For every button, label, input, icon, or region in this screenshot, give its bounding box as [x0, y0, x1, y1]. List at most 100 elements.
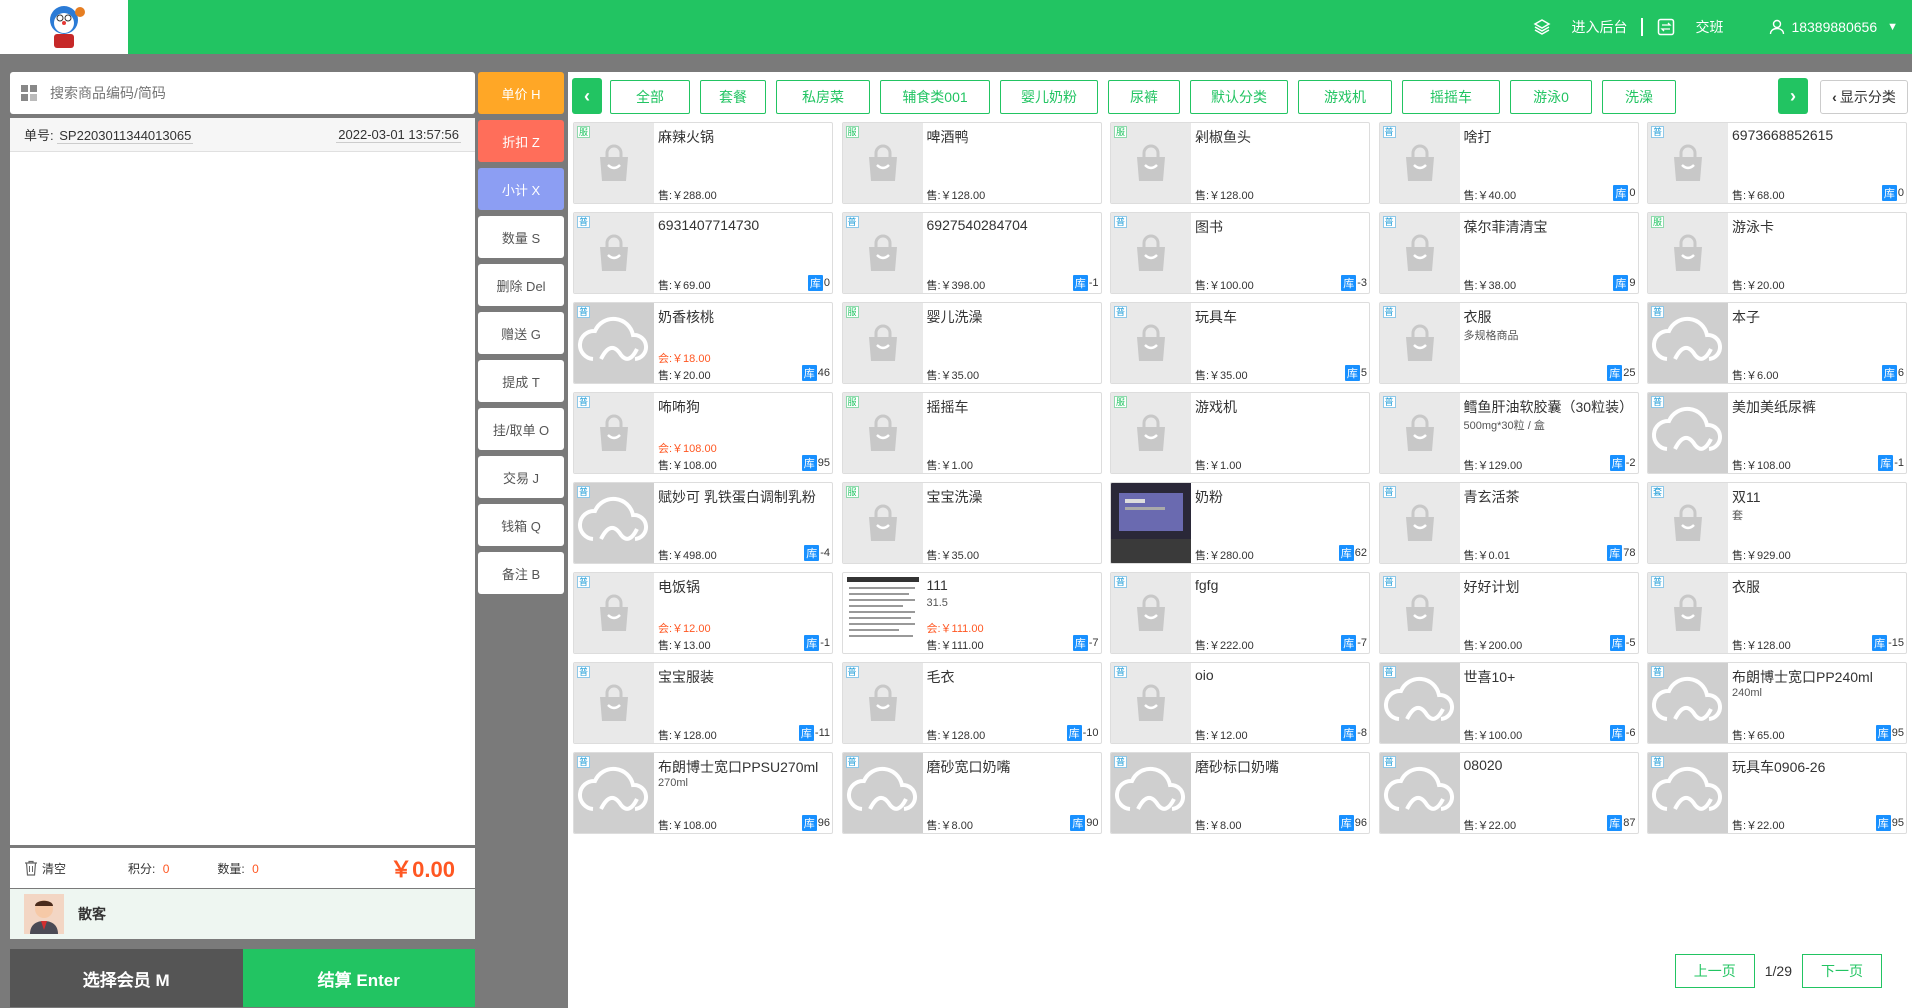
action-button[interactable]: 提成 T [478, 360, 564, 402]
category-tab[interactable]: 默认分类 [1190, 80, 1288, 114]
product-card[interactable]: 普 玩具车0906-26 售:￥22.00 库 95 [1647, 752, 1907, 834]
search-input[interactable] [50, 78, 475, 108]
product-type-badge: 普 [1651, 756, 1665, 768]
stock-count: -4 [820, 547, 830, 559]
product-card[interactable]: 服 宝宝洗澡 售:￥35.00 [841, 482, 1102, 564]
product-card[interactable]: 普 6973668852615 售:￥68.00 库 0 [1647, 122, 1907, 204]
product-card[interactable]: 普 玩具车 售:￥35.00 库 5 [1110, 302, 1370, 384]
bag-icon [600, 234, 628, 271]
stock-info: 库0 [807, 275, 830, 291]
clear-button[interactable]: 清空 [24, 860, 66, 877]
category-tab[interactable]: 婴儿奶粉 [1000, 80, 1098, 114]
stock-badge: 库 [1072, 635, 1088, 651]
category-tab[interactable]: 游泳0 [1510, 80, 1592, 114]
product-card[interactable]: 普 oio 售:￥12.00 库 -8 [1110, 662, 1370, 744]
product-name: 电饭锅 [658, 579, 700, 595]
product-card[interactable]: 普 布朗博士宽口PPSU270ml 270ml 售:￥108.00 库 96 [573, 752, 833, 834]
category-tab[interactable]: 私房菜 [776, 80, 870, 114]
product-card[interactable]: 普 好好计划 售:￥200.00 库 -5 [1378, 572, 1639, 654]
sale-price: 售:￥128.00 [926, 190, 986, 202]
product-card[interactable]: 普 磨砂宽口奶嘴 售:￥8.00 库 90 [841, 752, 1102, 834]
category-tab[interactable]: 洗澡 [1602, 80, 1676, 114]
enter-backend-link[interactable]: 进入后台 [1519, 17, 1641, 37]
product-card[interactable]: 普 6931407714730 售:￥69.00 库 0 [573, 212, 833, 294]
sale-price: 售:￥128.00 [658, 730, 717, 742]
category-prev-button[interactable]: ‹ [572, 78, 602, 114]
product-card[interactable]: 普 fgfg 售:￥222.00 库 -7 [1110, 572, 1370, 654]
action-button[interactable]: 数量 S [478, 216, 564, 258]
product-name: 剁椒鱼头 [1195, 129, 1251, 145]
product-card[interactable]: 普 奶香核桃 会:￥18.00 售:￥20.00 库 46 [573, 302, 833, 384]
product-card[interactable]: 普 衣服 多规格商品库 25 [1378, 302, 1639, 384]
product-card[interactable]: 普 6927540284704 售:￥398.00 库 -1 [841, 212, 1102, 294]
action-button[interactable]: 删除 Del [478, 264, 564, 306]
action-button[interactable]: 赠送 G [478, 312, 564, 354]
product-card[interactable]: 奶粉 售:￥280.00 库 62 [1110, 482, 1370, 564]
product-card[interactable]: 普 磨砂标口奶嘴 售:￥8.00 库 96 [1110, 752, 1370, 834]
product-card[interactable]: 服 婴儿洗澡 售:￥35.00 [841, 302, 1102, 384]
stock-info: 库 -2 [1609, 455, 1636, 471]
points-value: 0 [162, 861, 170, 876]
product-card[interactable]: 普 毛衣 售:￥128.00 库 -10 [841, 662, 1102, 744]
action-button[interactable]: 备注 B [478, 552, 564, 594]
product-card[interactable]: 普 图书 售:￥100.00 库 -3 [1110, 212, 1370, 294]
product-card[interactable]: 普 咘咘狗 会:￥108.00 售:￥108.00 库 95 [573, 392, 833, 474]
order-datetime: 2022-03-01 13:57:56 [336, 126, 461, 143]
product-card[interactable]: 普 赋妙可 乳铁蛋白调制乳粉 售:￥498.00 库 -4 [573, 482, 833, 564]
product-card[interactable]: 111 31.5 会:￥111.00 售:￥111.00 库 -7 [841, 572, 1102, 654]
product-card[interactable]: 服 游戏机 售:￥1.00 [1110, 392, 1370, 474]
select-member-button[interactable]: 选择会员 M [10, 949, 243, 1007]
product-card[interactable]: 普 青玄活茶 售:￥0.01 库 78 [1378, 482, 1639, 564]
prev-page-button[interactable]: 上一页 [1674, 954, 1755, 988]
stock-badge: 库 [1338, 815, 1354, 831]
top-nav: 进入后台 交班 18389880656 ▼ [1519, 0, 1912, 54]
product-card[interactable]: 服 剁椒鱼头 售:￥128.00 [1110, 122, 1370, 204]
cloud-image-placeholder-icon [1651, 766, 1722, 811]
category-tab[interactable]: 尿裤 [1108, 80, 1180, 114]
user-menu[interactable]: 18389880656 ▼ [1755, 19, 1912, 35]
product-card[interactable]: 服 麻辣火锅 售:￥288.00 [573, 122, 833, 204]
sale-price: 售:￥288.00 [658, 190, 717, 202]
product-card[interactable]: 普 宝宝服装 售:￥128.00 库 -11 [573, 662, 833, 744]
product-card[interactable]: 服 游泳卡 售:￥20.00 [1647, 212, 1907, 294]
category-tab[interactable]: 套餐 [700, 80, 766, 114]
product-card[interactable]: 普 衣服 售:￥128.00 库 -15 [1647, 572, 1907, 654]
checkout-button[interactable]: 结算 Enter [242, 949, 475, 1007]
stock-info: 库5 [1344, 365, 1367, 381]
product-card[interactable]: 普 08020 售:￥22.00 库 87 [1378, 752, 1639, 834]
category-tab[interactable]: 摇摇车 [1402, 80, 1500, 114]
action-button[interactable]: 小计 X [478, 168, 564, 210]
product-card[interactable]: 普 布朗博士宽口PP240ml 240ml 售:￥65.00 库 95 [1647, 662, 1907, 744]
user-icon [1770, 19, 1785, 35]
next-page-button[interactable]: 下一页 [1802, 954, 1882, 988]
product-card[interactable]: 普 美加美纸尿裤 售:￥108.00 库 -1 [1647, 392, 1907, 474]
category-tab[interactable]: 全部 [610, 80, 690, 114]
stock-info: 库 -1 [1878, 455, 1904, 471]
product-card[interactable]: 服 啤酒鸭 售:￥128.00 [841, 122, 1102, 204]
product-card[interactable]: 服 摇摇车 售:￥1.00 [841, 392, 1102, 474]
show-category-button[interactable]: ‹ 显示分类 [1820, 80, 1908, 114]
product-card[interactable]: 普 电饭锅 会:￥12.00 售:￥13.00 库 -1 [573, 572, 833, 654]
product-card[interactable]: 套 双11 套售:￥929.00 [1647, 482, 1907, 564]
action-button[interactable]: 挂/取单 O [478, 408, 564, 450]
product-card[interactable]: 普 本子 售:￥6.00 库 6 [1647, 302, 1907, 384]
stock-count: -11 [814, 727, 830, 739]
action-button[interactable]: 钱箱 Q [478, 504, 564, 546]
action-button[interactable]: 交易 J [478, 456, 564, 498]
category-tab[interactable]: 游戏机 [1298, 80, 1392, 114]
sale-price: 售:￥498.00 [658, 550, 717, 562]
action-button[interactable]: 折扣 Z [478, 120, 564, 162]
product-card[interactable]: 普 鳕鱼肝油软胶囊（30粒装） 500mg*30粒 / 盒售:￥129.00 库 -2 [1378, 392, 1639, 474]
category-next-button[interactable]: › [1778, 78, 1808, 114]
shift-link[interactable]: 交班 [1643, 17, 1737, 37]
product-card[interactable]: 普 世喜10+ 售:￥100.00 库 -6 [1378, 662, 1639, 744]
product-card[interactable]: 普 葆尔菲清清宝 售:￥38.00 库 9 [1378, 212, 1639, 294]
sale-price: 售:￥22.00 [1463, 820, 1517, 832]
product-type-badge: 普 [577, 576, 591, 588]
sale-price: 售:￥222.00 [1195, 640, 1254, 652]
product-name: 麻辣火锅 [658, 129, 714, 145]
action-button[interactable]: 单价 H [478, 72, 564, 114]
category-tab[interactable]: 辅食类001 [880, 80, 990, 114]
stock-info: 库 -3 [1341, 275, 1367, 291]
product-card[interactable]: 普 啥打 售:￥40.00 库 0 [1378, 122, 1639, 204]
